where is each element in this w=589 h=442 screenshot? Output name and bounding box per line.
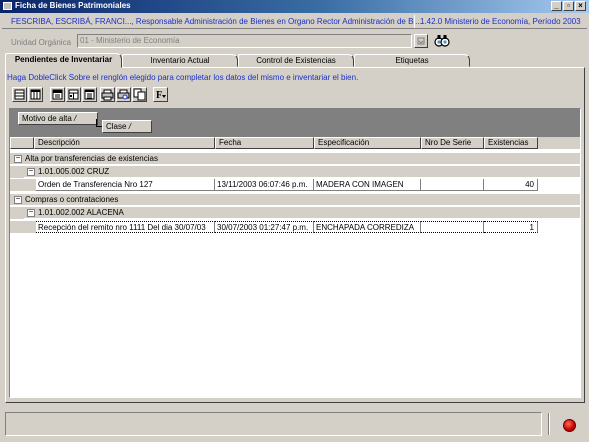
group-label: Alta por transferencias de existencias xyxy=(25,154,158,163)
cell-especificacion: MADERA CON IMAGEN xyxy=(314,179,421,191)
export-icon xyxy=(84,89,95,100)
collapse-icon xyxy=(68,89,79,100)
tab-etiquetas[interactable]: Etiquetas xyxy=(354,54,470,67)
info-separator xyxy=(414,15,415,28)
column-header-existencias[interactable]: Existencias xyxy=(484,137,538,149)
table-row[interactable]: Orden de Transferencia Nro 127 13/11/200… xyxy=(10,179,580,191)
binoculars-icon xyxy=(434,35,450,47)
status-bar xyxy=(5,411,585,439)
filter-button[interactable]: F xyxy=(153,87,168,102)
grid-view-icon xyxy=(14,89,25,100)
search-button[interactable] xyxy=(433,32,451,50)
tab-pendientes[interactable]: Pendientes de Inventariar xyxy=(5,53,122,68)
sort-indicator: / xyxy=(128,122,131,131)
grid-header: Descripción Fecha Especificación Nro De … xyxy=(10,137,580,149)
column-header-especificacion[interactable]: Especificación xyxy=(314,137,421,149)
minimize-button[interactable]: _ xyxy=(551,1,562,11)
print-preview-icon xyxy=(117,89,130,100)
unidad-dropdown-button[interactable] xyxy=(414,34,428,48)
collapse-toggle-icon[interactable]: − xyxy=(27,167,35,176)
collapse-toggle-icon[interactable]: − xyxy=(27,208,35,217)
group-label: Compras o contrataciones xyxy=(25,195,119,204)
indent-header xyxy=(10,137,34,149)
cell-nro-serie xyxy=(421,221,484,233)
column-header-nro-serie[interactable]: Nro De Serie xyxy=(421,137,484,149)
collapse-toggle-icon[interactable]: − xyxy=(14,195,22,204)
columns-icon xyxy=(30,89,41,100)
app-icon xyxy=(3,2,12,10)
collapse-button[interactable] xyxy=(66,87,81,102)
column-header-fecha[interactable]: Fecha xyxy=(215,137,314,149)
unidad-label: Unidad Orgánica xyxy=(11,38,72,47)
grid-view-button[interactable] xyxy=(12,87,27,102)
close-button[interactable]: × xyxy=(575,1,586,11)
cell-descripcion: Orden de Transferencia Nro 127 xyxy=(36,179,215,191)
pending-items-grid[interactable]: Motivo de alta / Clase / Descripción Fec… xyxy=(9,108,581,398)
group-row[interactable]: − Compras o contrataciones xyxy=(10,194,580,206)
status-panel xyxy=(5,412,542,436)
subgroup-label: 1.01.005.002 CRUZ xyxy=(38,167,110,176)
hint-text: Haga DobleClick Sobre el renglón elegido… xyxy=(7,73,359,82)
subgroup-row[interactable]: − 1.01.005.002 CRUZ xyxy=(10,166,580,178)
unidad-organica-field[interactable]: 01 - Ministerio de Economía xyxy=(77,34,412,48)
expand-button[interactable] xyxy=(50,87,65,102)
cell-descripcion: Recepción del remito nro 1111 Del dia 30… xyxy=(36,221,215,233)
filter-icon: F xyxy=(156,90,166,101)
cell-fecha: 30/07/2003 01:27:47 p.m. xyxy=(215,221,314,233)
copy-icon xyxy=(133,88,146,101)
title-bar: Ficha de Bienes Patrimoniales _ ▫ × xyxy=(0,0,589,13)
svg-text:F: F xyxy=(156,90,162,101)
sort-indicator: / xyxy=(74,114,77,123)
column-header-descripcion[interactable]: Descripción xyxy=(34,137,215,149)
copy-button[interactable] xyxy=(132,87,147,102)
tab-inventario-actual[interactable]: Inventario Actual xyxy=(122,54,238,67)
groupby-clase[interactable]: Clase / xyxy=(102,120,152,133)
columns-button[interactable] xyxy=(28,87,43,102)
version-info: 1.42.0 Ministerio de Economía, Período 2… xyxy=(420,17,581,26)
subgroup-label: 1.01.002.002 ALACENA xyxy=(38,208,124,217)
groupby-motivo-alta[interactable]: Motivo de alta / xyxy=(18,112,98,125)
tab-control-existencias[interactable]: Control de Existencias xyxy=(238,54,354,67)
print-icon xyxy=(101,89,114,101)
table-row[interactable]: Recepción del remito nro 1111 Del dia 30… xyxy=(10,221,580,233)
print-preview-button[interactable] xyxy=(116,87,131,102)
expand-icon xyxy=(52,89,63,100)
tab-strip: Pendientes de Inventariar Inventario Act… xyxy=(5,53,585,68)
status-light-icon xyxy=(563,419,576,432)
cell-existencias: 40 xyxy=(484,179,538,191)
info-bar: FESCRIBA, ESCRIBÁ, FRANCI..., Responsabl… xyxy=(2,14,587,29)
restore-button[interactable]: ▫ xyxy=(563,1,574,11)
export-button[interactable] xyxy=(82,87,97,102)
cell-fecha: 13/11/2003 06:07:46 p.m. xyxy=(215,179,314,191)
cell-existencias: 1 xyxy=(484,221,538,233)
subgroup-row[interactable]: − 1.01.002.002 ALACENA xyxy=(10,207,580,219)
status-separator xyxy=(548,413,550,435)
group-row[interactable]: − Alta por transferencias de existencias xyxy=(10,153,580,165)
group-by-area: Motivo de alta / Clase / xyxy=(10,109,580,137)
window-title: Ficha de Bienes Patrimoniales xyxy=(15,1,131,10)
cell-especificacion: ENCHAPADA CORREDIZA xyxy=(314,221,421,233)
print-button[interactable] xyxy=(100,87,115,102)
dropdown-icon xyxy=(417,37,425,45)
cell-nro-serie xyxy=(421,179,484,191)
collapse-toggle-icon[interactable]: − xyxy=(14,154,22,163)
user-info: FESCRIBA, ESCRIBÁ, FRANCI..., Responsabl… xyxy=(11,17,422,26)
